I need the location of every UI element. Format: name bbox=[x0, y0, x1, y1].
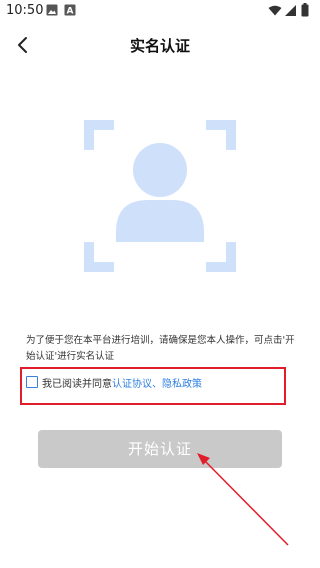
status-bar: 10:50 A bbox=[0, 0, 320, 22]
svg-text:A: A bbox=[67, 7, 74, 17]
agreement-prefix: 我已阅读并同意 bbox=[42, 378, 112, 390]
terms-link[interactable]: 认证协议 bbox=[112, 375, 152, 390]
cellular-icon bbox=[285, 5, 296, 16]
link-separator: 、 bbox=[152, 378, 162, 390]
wifi-icon bbox=[268, 5, 282, 16]
agreement-row: 我已阅读并同意 认证协议 、 隐私政策 bbox=[26, 374, 202, 390]
verification-notice: 为了便于您在本平台进行培训，请确保是您本人操作，可点击'开始认证'进行实名认证 bbox=[26, 335, 295, 362]
page-title: 实名认证 bbox=[129, 37, 190, 55]
start-verification-button[interactable]: 开始认证 bbox=[38, 430, 282, 468]
image-icon bbox=[46, 4, 58, 16]
agreement-checkbox[interactable] bbox=[26, 376, 38, 388]
privacy-link[interactable]: 隐私政策 bbox=[162, 375, 202, 390]
status-time: 10:50 bbox=[6, 3, 44, 18]
text-a-icon: A bbox=[64, 4, 76, 16]
battery-icon bbox=[301, 3, 309, 17]
annotation-arrow bbox=[197, 453, 289, 546]
app-header: 实名认证 bbox=[0, 22, 320, 68]
face-scan-icon bbox=[84, 120, 236, 272]
